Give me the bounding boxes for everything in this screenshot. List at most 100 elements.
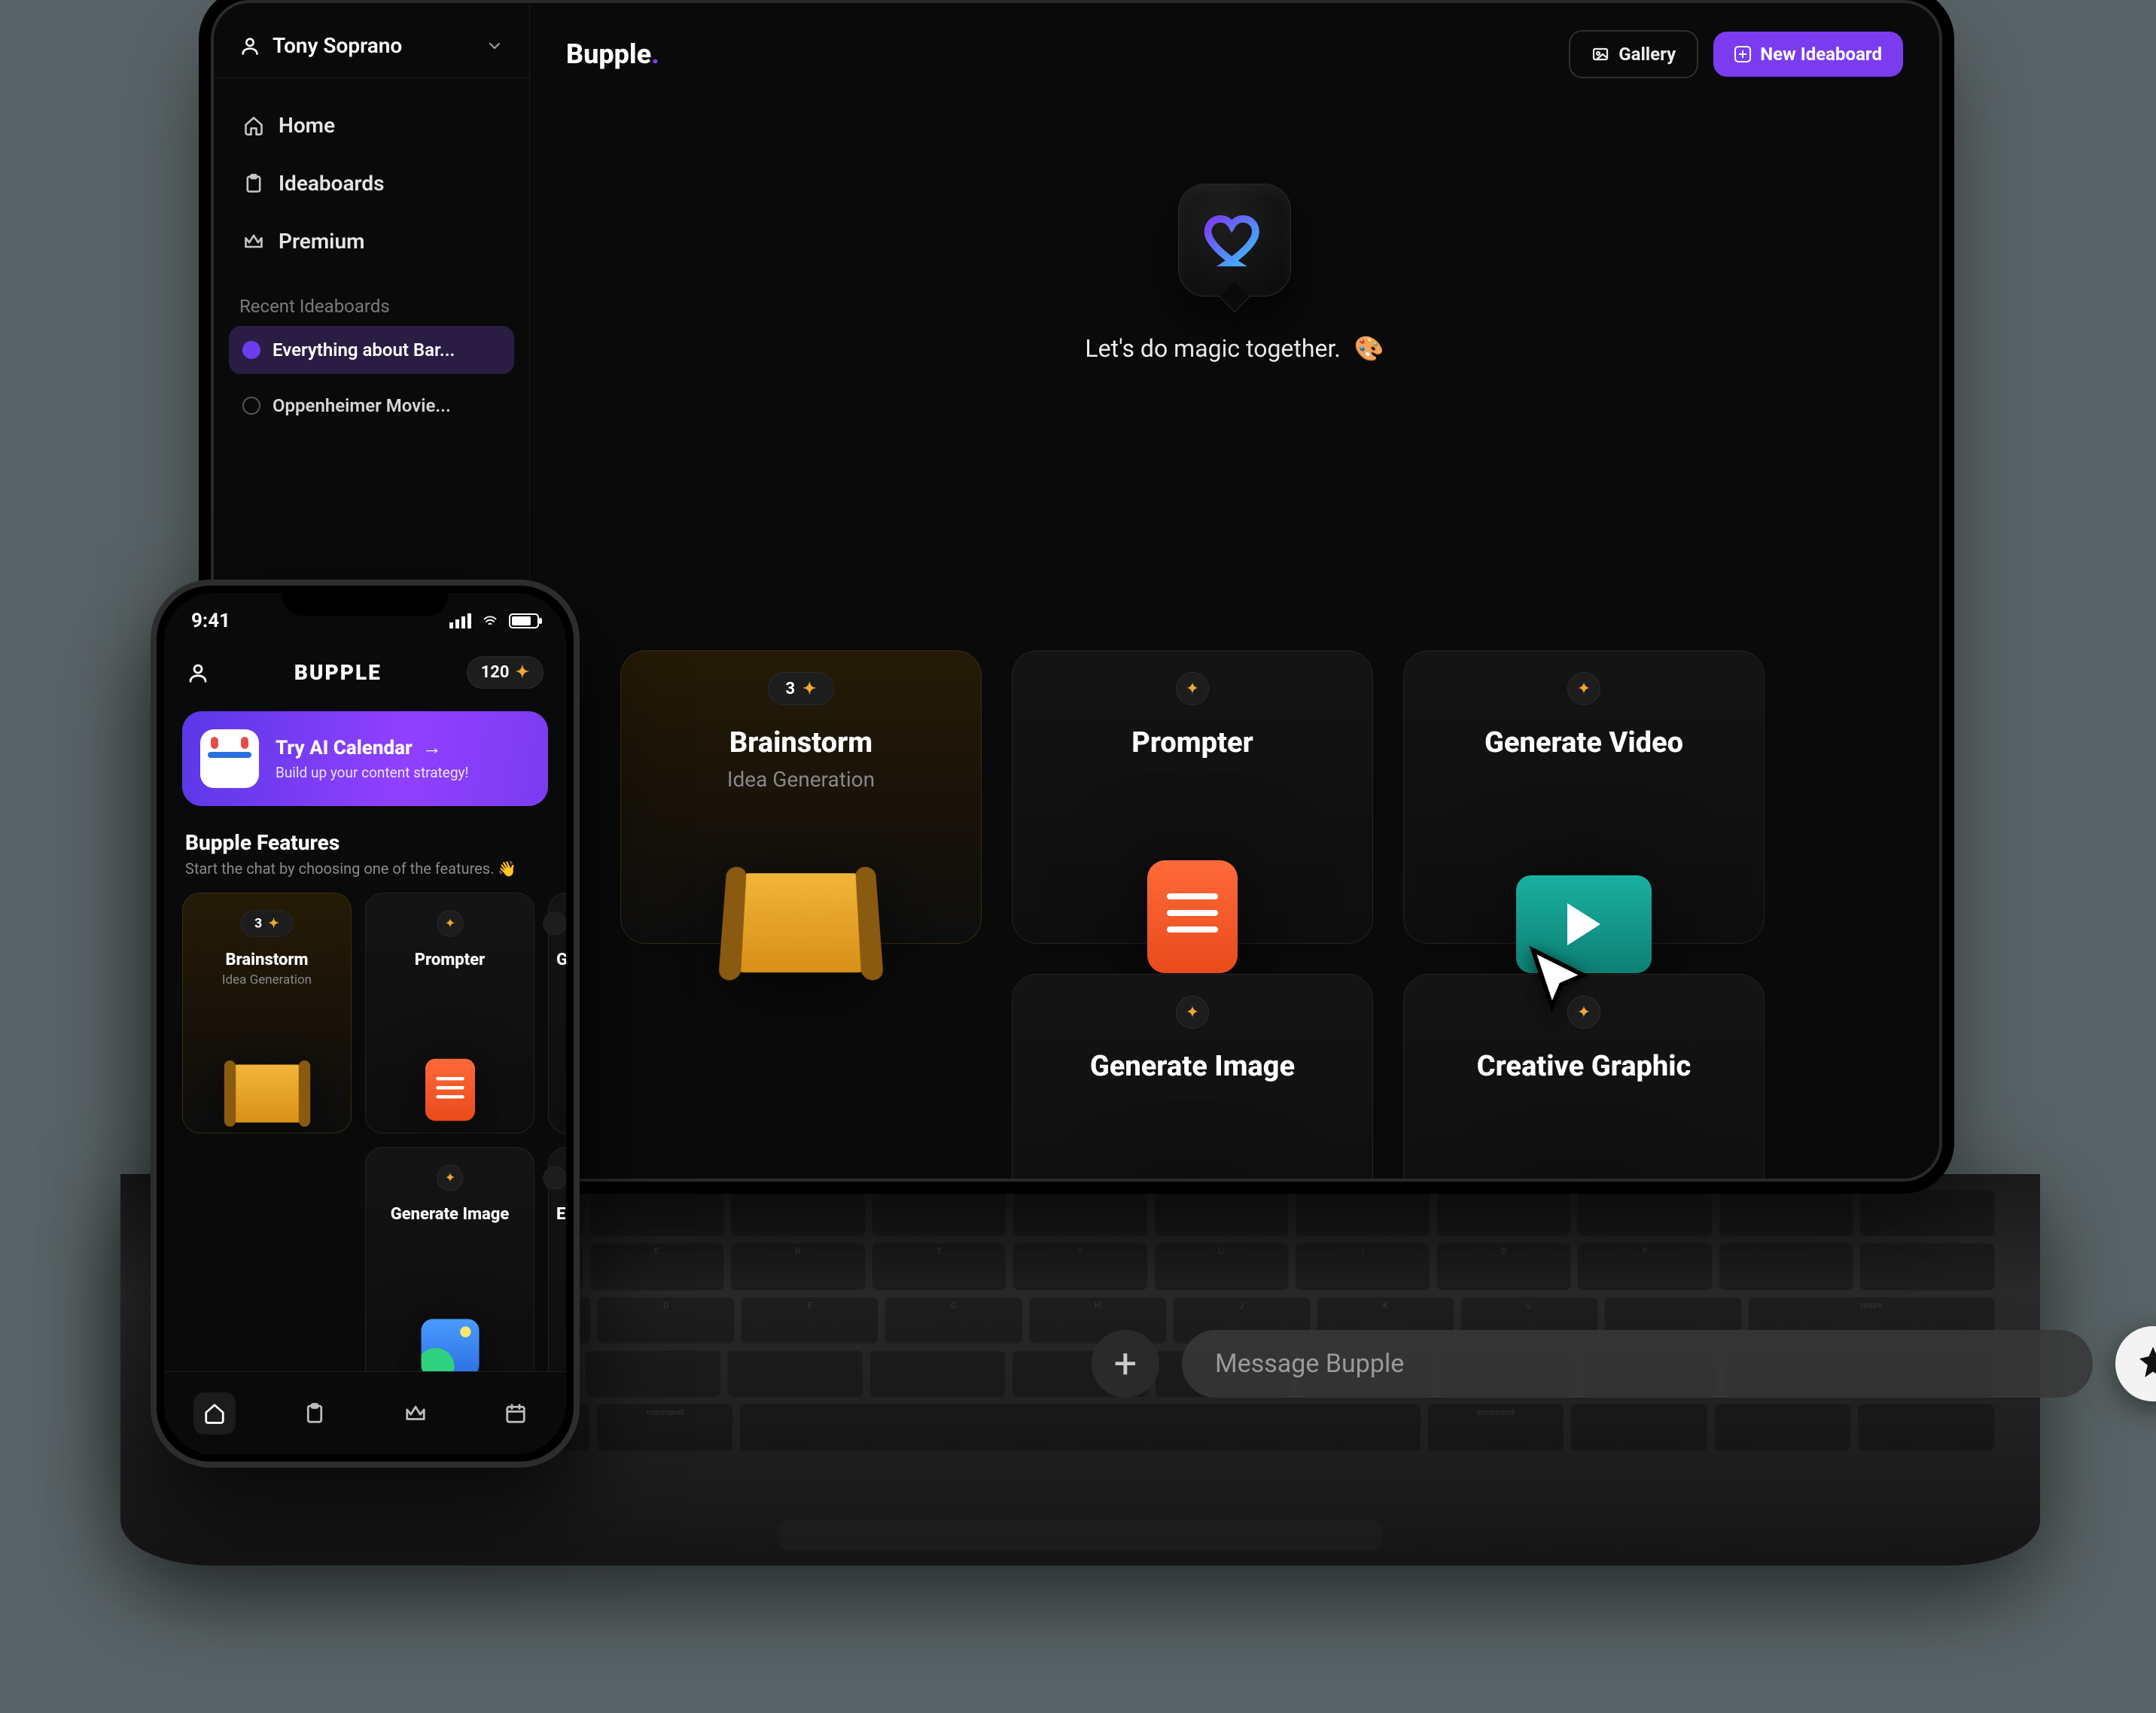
card-title: Generate Image bbox=[391, 1205, 510, 1224]
ai-calendar-banner[interactable]: Try AI Calendar → Build up your content … bbox=[182, 711, 548, 806]
credits-badge: 3✦ bbox=[768, 672, 833, 705]
card-subtitle: Idea Generation bbox=[222, 972, 312, 987]
feature-mini-cards-row-2[interactable]: ✦ Generate Image E bbox=[164, 1133, 566, 1388]
clipboard-icon bbox=[303, 1402, 326, 1425]
mini-generate-image[interactable]: ✦ Generate Image bbox=[365, 1147, 534, 1388]
nav-premium[interactable]: Premium bbox=[229, 214, 514, 269]
card-title: Brainstorm bbox=[225, 951, 308, 969]
recent-item[interactable]: Everything about Bar... bbox=[229, 326, 514, 374]
image-icon bbox=[421, 1319, 479, 1377]
cards-row-2: ✦ Generate Image ✦ Creative Graphic bbox=[620, 974, 1924, 1182]
mini-prompter[interactable]: ✦ Prompter bbox=[365, 893, 534, 1133]
card-title: Prompter bbox=[415, 951, 486, 969]
tagline: Let's do magic together. 🎨 bbox=[1085, 334, 1384, 363]
calendar-icon bbox=[200, 729, 259, 788]
topbar: Bupple. Gallery New Ideaboard bbox=[530, 3, 1939, 93]
nav-label: Premium bbox=[279, 229, 364, 254]
chat-icon bbox=[242, 341, 260, 359]
scroll-map-icon bbox=[230, 1065, 304, 1123]
wifi-icon bbox=[480, 613, 500, 628]
card-title: Generate Image bbox=[1090, 1050, 1295, 1083]
chat-icon bbox=[242, 397, 260, 415]
wave-emoji-icon: 👋 bbox=[498, 860, 516, 878]
credits-badge: ✦ bbox=[1176, 672, 1209, 705]
message-placeholder: Message Bupple bbox=[1215, 1349, 1404, 1379]
user-icon bbox=[239, 35, 260, 56]
brand-logo: Bupple. bbox=[566, 38, 659, 70]
user-switcher[interactable]: Tony Soprano bbox=[214, 3, 529, 78]
nav-label: Home bbox=[279, 113, 335, 138]
card-subtitle: Idea Generation bbox=[727, 767, 875, 792]
add-button[interactable]: + bbox=[1092, 1330, 1159, 1398]
card-title: E bbox=[549, 1205, 565, 1224]
feature-cards: 3✦ Brainstorm Idea Generation ✦ Prompter… bbox=[620, 650, 1924, 1182]
trackpad bbox=[779, 1520, 1381, 1550]
feature-mini-cards-row-1[interactable]: 3✦ Brainstorm Idea Generation ✦ Prompter… bbox=[164, 878, 566, 1133]
clipboard-icon bbox=[242, 172, 265, 195]
document-icon bbox=[425, 1059, 475, 1121]
nav-ideaboards[interactable]: Ideaboards bbox=[229, 156, 514, 211]
primary-nav: Home Ideaboards Premium bbox=[214, 93, 529, 273]
card-generate-video[interactable]: ✦ Generate Video bbox=[1403, 650, 1765, 944]
gallery-icon bbox=[1591, 45, 1609, 63]
mini-peek[interactable]: G bbox=[548, 893, 566, 1133]
card-title: Generate Video bbox=[1485, 726, 1683, 759]
chevron-down-icon bbox=[486, 37, 504, 55]
credits-badge: ✦ bbox=[437, 1164, 463, 1191]
main-pane: Bupple. Gallery New Ideaboard bbox=[530, 3, 1939, 1179]
credits-badge: ✦ bbox=[1567, 672, 1600, 705]
credits-badge bbox=[544, 1167, 566, 1190]
user-name: Tony Soprano bbox=[273, 33, 402, 58]
credits-badge bbox=[544, 912, 566, 936]
recent-ideaboards-list: Everything about Bar... Oppenheimer Movi… bbox=[214, 326, 529, 430]
tab-ideaboards[interactable] bbox=[294, 1392, 336, 1435]
tab-home[interactable] bbox=[193, 1392, 236, 1435]
hero: Let's do magic together. 🎨 bbox=[530, 93, 1939, 363]
spark-icon: ✦ bbox=[1186, 1003, 1199, 1022]
spark-icon: ✦ bbox=[1577, 680, 1591, 698]
credits-badge: ✦ bbox=[1176, 996, 1209, 1029]
card-title: G bbox=[549, 951, 566, 969]
palette-emoji-icon: 🎨 bbox=[1354, 334, 1384, 363]
tab-bar bbox=[164, 1371, 566, 1454]
tab-premium[interactable] bbox=[394, 1392, 437, 1435]
hero-heart-icon bbox=[1178, 184, 1291, 297]
card-title: Prompter bbox=[1131, 726, 1253, 759]
plus-icon bbox=[1734, 46, 1751, 62]
nav-label: Ideaboards bbox=[279, 171, 385, 196]
gallery-label: Gallery bbox=[1619, 44, 1676, 65]
card-generate-image[interactable]: ✦ Generate Image bbox=[1012, 974, 1373, 1182]
card-title: Creative Graphic bbox=[1477, 1050, 1692, 1083]
mini-brainstorm[interactable]: 3✦ Brainstorm Idea Generation bbox=[182, 893, 352, 1133]
banner-subtitle: Build up your content strategy! bbox=[276, 764, 468, 781]
star-fab[interactable] bbox=[2115, 1326, 2156, 1401]
card-brainstorm[interactable]: 3✦ Brainstorm Idea Generation bbox=[620, 650, 982, 944]
phone-mockup: 9:41 BUPPLE 120✦ Try AI Calendar → Build… bbox=[151, 580, 580, 1468]
battery-icon bbox=[509, 613, 539, 628]
message-input[interactable]: Message Bupple bbox=[1182, 1330, 2093, 1398]
recent-item[interactable]: Oppenheimer Movie... bbox=[229, 382, 514, 430]
credits-balance[interactable]: 120✦ bbox=[467, 656, 544, 689]
crown-icon bbox=[242, 230, 265, 253]
spark-icon: ✦ bbox=[516, 663, 529, 682]
card-prompter[interactable]: ✦ Prompter bbox=[1012, 650, 1373, 944]
home-icon bbox=[203, 1402, 226, 1425]
nav-home[interactable]: Home bbox=[229, 98, 514, 153]
status-time: 9:41 bbox=[191, 610, 230, 632]
calendar-icon bbox=[504, 1402, 527, 1425]
features-heading: Bupple Features bbox=[164, 814, 566, 860]
document-icon bbox=[1147, 860, 1238, 973]
cellular-icon bbox=[449, 613, 471, 628]
credits-badge: ✦ bbox=[437, 910, 463, 936]
phone-header: BUPPLE 120✦ bbox=[164, 649, 566, 704]
features-subheading: Start the chat by choosing one of the fe… bbox=[164, 860, 566, 878]
recent-ideaboards-label: Recent Ideaboards bbox=[214, 273, 529, 326]
tab-calendar[interactable] bbox=[495, 1392, 537, 1435]
new-ideaboard-button[interactable]: New Ideaboard bbox=[1713, 32, 1903, 77]
gallery-button[interactable]: Gallery bbox=[1569, 30, 1698, 78]
card-title: Brainstorm bbox=[729, 726, 872, 759]
mini-peek[interactable]: E bbox=[548, 1147, 566, 1388]
spark-icon: ✦ bbox=[802, 680, 816, 698]
spark-icon: ✦ bbox=[1186, 680, 1199, 698]
user-icon[interactable] bbox=[187, 662, 209, 684]
